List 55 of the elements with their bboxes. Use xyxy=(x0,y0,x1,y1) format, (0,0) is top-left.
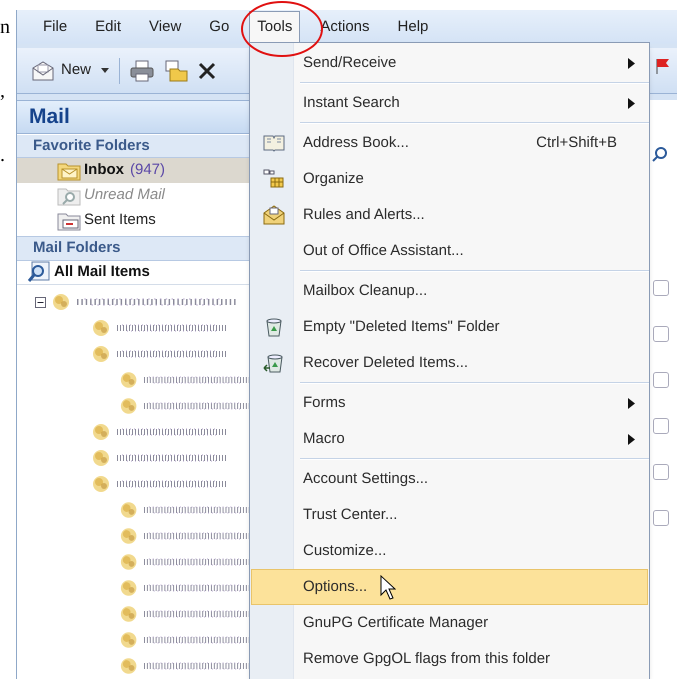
favorite-folder-item[interactable]: Inbox (947) xyxy=(17,158,251,183)
submenu-arrow-icon xyxy=(628,398,635,408)
flag-checkbox[interactable] xyxy=(653,280,669,296)
shortcut-text: Ctrl+Shift+B xyxy=(536,132,617,153)
menu-item[interactable]: Options... xyxy=(251,569,648,605)
menu-item[interactable]: Rules and Alerts... xyxy=(251,197,648,233)
submenu-arrow-icon xyxy=(628,98,635,108)
favorite-folder-item[interactable]: Sent Items xyxy=(17,208,251,233)
menu-item[interactable]: Instant Search xyxy=(251,85,648,121)
flag-checkbox[interactable] xyxy=(653,510,669,526)
submenu-arrow-icon xyxy=(628,434,635,444)
search-folder-icon xyxy=(57,186,81,206)
submenu-arrow-icon xyxy=(628,58,635,68)
menu-item[interactable]: Organize xyxy=(251,161,648,197)
menu-title[interactable]: View xyxy=(141,10,190,44)
collapse-icon[interactable] xyxy=(35,296,46,308)
printer-icon[interactable] xyxy=(130,60,154,82)
menu-item[interactable]: Empty "Deleted Items" Folder xyxy=(251,309,648,345)
menu-item[interactable]: Customize... xyxy=(251,533,648,569)
flag-checkbox[interactable] xyxy=(653,326,669,342)
dropdown-caret-icon xyxy=(101,68,110,73)
search-icon xyxy=(652,146,668,162)
delete-icon[interactable] xyxy=(198,62,216,80)
flag-checkbox[interactable] xyxy=(653,464,669,480)
menu-item[interactable]: Remove GpgOL flags from this folder xyxy=(251,641,648,677)
menu-item[interactable]: Out of Office Assistant... xyxy=(251,233,648,269)
flag-checkbox[interactable] xyxy=(653,418,669,434)
document-text: . xyxy=(0,144,5,166)
section-header[interactable]: Mail Folders xyxy=(17,236,251,260)
menu-item[interactable]: Send/Receive xyxy=(251,45,648,81)
menu-title[interactable]: Edit xyxy=(87,10,130,44)
menu-title[interactable]: Tools xyxy=(249,10,300,44)
move-folder-icon[interactable] xyxy=(164,60,188,82)
inbox-folder-icon xyxy=(57,160,81,180)
menu-item[interactable]: Trust Center... xyxy=(251,497,648,533)
mouse-cursor-icon xyxy=(380,575,396,601)
menu-item[interactable]: Recover Deleted Items... xyxy=(251,345,648,381)
menu-item[interactable]: GnuPG Certificate Manager xyxy=(251,605,648,641)
flag-checkbox[interactable] xyxy=(653,372,669,388)
menu-title[interactable]: Go xyxy=(201,10,238,44)
menu-item[interactable]: Address Book... Ctrl+Shift+B xyxy=(251,125,648,161)
menu-title[interactable]: File xyxy=(35,10,76,44)
document-text: n xyxy=(0,16,10,38)
menu-title[interactable]: Help xyxy=(390,10,436,44)
new-button[interactable]: New xyxy=(31,59,110,82)
sent-folder-icon xyxy=(57,210,81,230)
section-header[interactable]: Favorite Folders xyxy=(17,134,251,158)
pane-title: Mail xyxy=(17,100,251,134)
menu-item[interactable]: Mailbox Cleanup... xyxy=(251,273,648,309)
menu-item[interactable]: Macro xyxy=(251,421,648,457)
document-text: , xyxy=(0,80,5,102)
search-folder-icon xyxy=(27,261,51,284)
menu-item[interactable]: Account Settings... xyxy=(251,461,648,497)
menu-item[interactable]: Forms xyxy=(251,385,648,421)
flag-icon xyxy=(656,58,670,74)
